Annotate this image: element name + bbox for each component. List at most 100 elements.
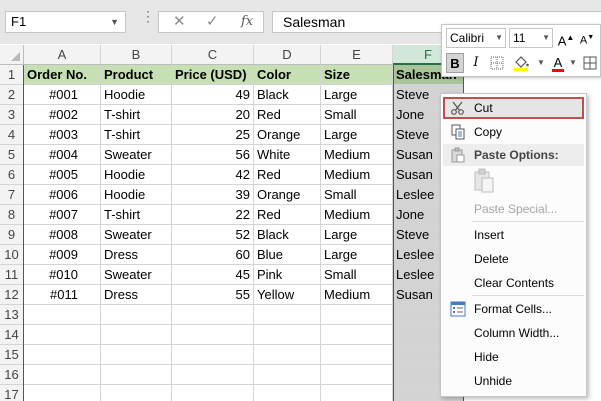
table-cell[interactable]: 25 xyxy=(172,125,254,145)
table-cell[interactable]: Pink xyxy=(254,265,321,285)
menu-item-format-cells[interactable]: Format Cells... xyxy=(443,298,584,320)
table-cell[interactable]: #001 xyxy=(24,85,101,105)
table-cell[interactable]: Red xyxy=(254,165,321,185)
font-name-select[interactable]: Calibri ▼ xyxy=(446,28,506,48)
empty-cell[interactable] xyxy=(321,365,393,385)
fill-color-button[interactable] xyxy=(510,53,534,73)
table-cell[interactable]: White xyxy=(254,145,321,165)
empty-cell[interactable] xyxy=(24,385,101,401)
table-cell[interactable]: Yellow xyxy=(254,285,321,305)
table-cell[interactable]: Dress xyxy=(101,285,172,305)
empty-cell[interactable] xyxy=(101,385,172,401)
paste-button[interactable] xyxy=(472,168,496,196)
table-cell[interactable]: T-shirt xyxy=(101,205,172,225)
table-cell[interactable]: Large xyxy=(321,125,393,145)
table-cell[interactable]: 56 xyxy=(172,145,254,165)
table-cell[interactable]: 52 xyxy=(172,225,254,245)
row-header[interactable]: 14 xyxy=(0,325,24,345)
row-header[interactable]: 3 xyxy=(0,105,24,125)
table-cell[interactable]: Small xyxy=(321,105,393,125)
row-header[interactable]: 6 xyxy=(0,165,24,185)
font-color-button[interactable]: A xyxy=(549,53,567,73)
row-header[interactable]: 2 xyxy=(0,85,24,105)
column-header-e[interactable]: E xyxy=(321,45,393,65)
font-size-select[interactable]: 11 ▼ xyxy=(509,28,553,48)
empty-cell[interactable] xyxy=(172,305,254,325)
table-cell[interactable]: Sweater xyxy=(101,145,172,165)
menu-item-copy[interactable]: Copy xyxy=(443,121,584,143)
table-cell[interactable]: Dress xyxy=(101,245,172,265)
header-cell[interactable]: Order No. xyxy=(24,65,101,85)
table-cell[interactable]: Hoodie xyxy=(101,185,172,205)
column-header-c[interactable]: C xyxy=(172,45,254,65)
name-box[interactable]: F1 ▼ xyxy=(5,11,126,33)
table-cell[interactable]: T-shirt xyxy=(101,105,172,125)
row-header[interactable]: 10 xyxy=(0,245,24,265)
table-cell[interactable]: Medium xyxy=(321,285,393,305)
empty-cell[interactable] xyxy=(254,365,321,385)
menu-item-cut[interactable]: Cut xyxy=(443,97,584,119)
row-header[interactable]: 9 xyxy=(0,225,24,245)
empty-cell[interactable] xyxy=(101,365,172,385)
insert-function-icon[interactable]: fx xyxy=(241,12,253,32)
empty-cell[interactable] xyxy=(24,365,101,385)
table-cell[interactable]: Hoodie xyxy=(101,85,172,105)
table-cell[interactable]: #010 xyxy=(24,265,101,285)
borders-dropdown-button[interactable] xyxy=(581,53,599,73)
decrease-font-size-button[interactable]: A▼ xyxy=(578,28,596,48)
row-header[interactable]: 1 xyxy=(0,65,24,85)
row-header[interactable]: 5 xyxy=(0,145,24,165)
table-cell[interactable]: #006 xyxy=(24,185,101,205)
empty-cell[interactable] xyxy=(254,325,321,345)
menu-item-hide[interactable]: Hide xyxy=(443,346,584,368)
row-header[interactable]: 16 xyxy=(0,365,24,385)
empty-cell[interactable] xyxy=(321,385,393,401)
select-all-button[interactable] xyxy=(0,45,24,65)
empty-cell[interactable] xyxy=(172,385,254,401)
table-cell[interactable]: Red xyxy=(254,205,321,225)
header-cell[interactable]: Product xyxy=(101,65,172,85)
column-header-d[interactable]: D xyxy=(254,45,321,65)
chevron-down-icon[interactable]: ▼ xyxy=(536,53,546,73)
empty-cell[interactable] xyxy=(24,305,101,325)
table-cell[interactable]: Small xyxy=(321,265,393,285)
empty-cell[interactable] xyxy=(172,325,254,345)
table-cell[interactable]: Small xyxy=(321,185,393,205)
header-cell[interactable]: Color xyxy=(254,65,321,85)
table-cell[interactable]: #004 xyxy=(24,145,101,165)
header-cell[interactable]: Size xyxy=(321,65,393,85)
table-cell[interactable]: 22 xyxy=(172,205,254,225)
table-cell[interactable]: 20 xyxy=(172,105,254,125)
empty-cell[interactable] xyxy=(24,345,101,365)
menu-item-delete[interactable]: Delete xyxy=(443,248,584,270)
empty-cell[interactable] xyxy=(254,345,321,365)
table-cell[interactable]: 60 xyxy=(172,245,254,265)
italic-button[interactable]: I xyxy=(467,53,485,73)
table-cell[interactable]: #008 xyxy=(24,225,101,245)
menu-item-column-width[interactable]: Column Width... xyxy=(443,322,584,344)
empty-cell[interactable] xyxy=(254,385,321,401)
chevron-down-icon[interactable]: ▼ xyxy=(110,12,119,32)
row-header[interactable]: 12 xyxy=(0,285,24,305)
table-cell[interactable]: Sweater xyxy=(101,225,172,245)
table-cell[interactable]: Large xyxy=(321,225,393,245)
column-header-a[interactable]: A xyxy=(24,45,101,65)
enter-icon[interactable]: ✓ xyxy=(206,12,219,32)
table-cell[interactable]: T-shirt xyxy=(101,125,172,145)
empty-cell[interactable] xyxy=(172,365,254,385)
table-cell[interactable]: Orange xyxy=(254,185,321,205)
table-cell[interactable]: #005 xyxy=(24,165,101,185)
table-cell[interactable]: 45 xyxy=(172,265,254,285)
increase-font-size-button[interactable]: A▲ xyxy=(557,28,575,48)
row-header[interactable]: 17 xyxy=(0,385,24,401)
empty-cell[interactable] xyxy=(321,345,393,365)
table-cell[interactable]: Medium xyxy=(321,205,393,225)
table-cell[interactable]: 39 xyxy=(172,185,254,205)
row-header[interactable]: 15 xyxy=(0,345,24,365)
menu-item-insert[interactable]: Insert xyxy=(443,224,584,246)
table-cell[interactable]: Medium xyxy=(321,145,393,165)
table-cell[interactable]: 42 xyxy=(172,165,254,185)
table-cell[interactable]: Black xyxy=(254,85,321,105)
table-cell[interactable]: Black xyxy=(254,225,321,245)
table-cell[interactable]: Red xyxy=(254,105,321,125)
